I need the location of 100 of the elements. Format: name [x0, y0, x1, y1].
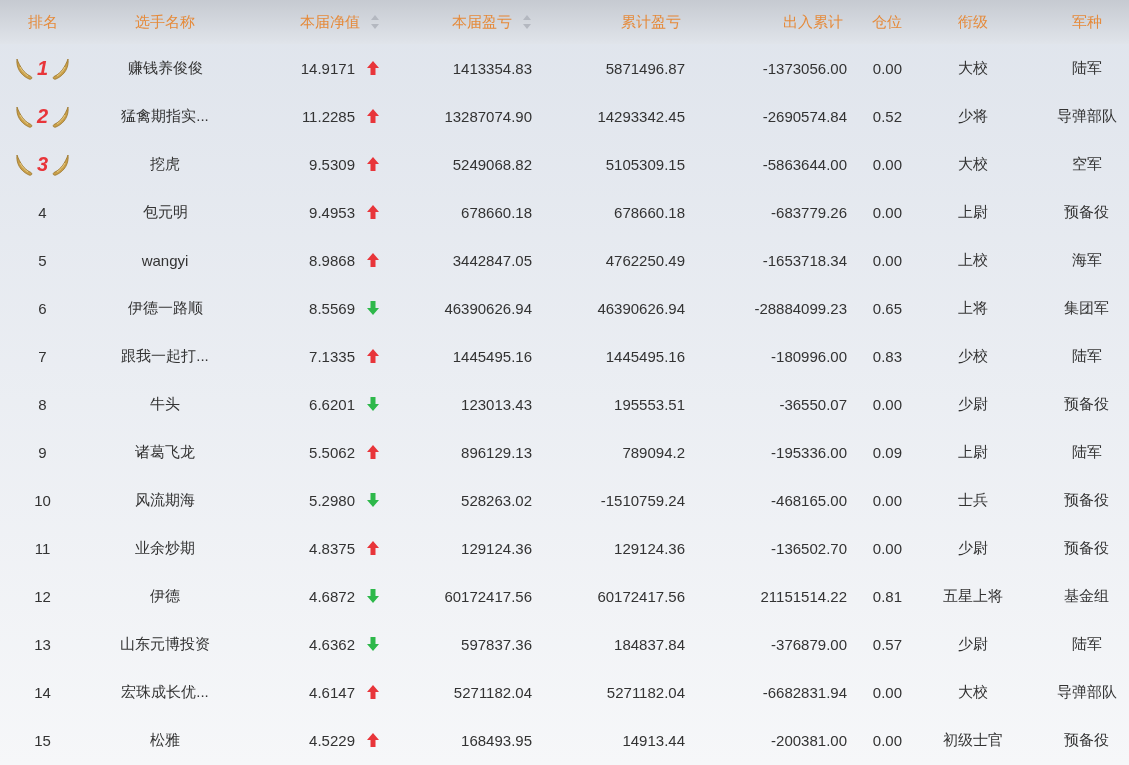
sort-icon[interactable] — [370, 14, 380, 30]
table-cell-text: 129124.36 — [613, 539, 685, 557]
table-cell-text: 少尉 — [957, 394, 989, 414]
table-cell-text: 14.9171 — [299, 59, 355, 77]
table-cell-text: -1653718.34 — [761, 251, 847, 269]
table-cell-text: 士兵 — [957, 490, 989, 510]
rank-number: 13 — [34, 635, 51, 653]
table-cell-text: 空军 — [1070, 154, 1103, 174]
rank-number: 14 — [34, 683, 51, 701]
rank-number: 11 — [34, 539, 51, 557]
column-header: 选手名称 — [135, 12, 195, 32]
table-cell-text: 0.57 — [871, 635, 902, 653]
table-cell-text: 7.1335 — [308, 347, 355, 365]
rank-number: 3 — [36, 152, 49, 176]
rank-number: 8 — [38, 395, 47, 413]
column-header: 仓位 — [872, 12, 902, 32]
table-cell-text: 9.5309 — [308, 155, 355, 173]
table-cell-text: 597837.36 — [460, 635, 532, 653]
table-cell-text: 0.00 — [871, 731, 902, 749]
column-header[interactable]: 本届净值 — [300, 12, 380, 32]
table-cell-text: 678660.18 — [613, 203, 685, 221]
player-name: 牛头 — [149, 394, 181, 414]
rank-number: 12 — [34, 587, 51, 605]
table-cell-text: 5871496.87 — [604, 59, 685, 77]
table-cell-text: 少尉 — [957, 634, 989, 654]
table-cell-text: 5249068.82 — [451, 155, 532, 173]
table-cell-text: -5863644.00 — [761, 155, 847, 173]
table-cell-text: 129124.36 — [460, 539, 532, 557]
player-name: 风流期海 — [134, 490, 196, 510]
table-cell-text: 基金组 — [1063, 586, 1110, 606]
table-cell-text: 预备役 — [1063, 490, 1110, 510]
player-name: 包元明 — [141, 202, 189, 222]
player-name: 宏珠成长优... — [120, 682, 210, 702]
player-name: 伊德 — [149, 586, 181, 606]
rank-number: 7 — [38, 347, 47, 365]
table-cell-text: 导弹部队 — [1055, 106, 1118, 126]
table-cell-text: 集团军 — [1063, 298, 1110, 318]
table-cell-text: 大校 — [957, 58, 989, 78]
table-cell-text: 789094.2 — [621, 443, 685, 461]
table-cell-text: 14913.44 — [621, 731, 685, 749]
table-cell-text: 0.00 — [871, 539, 902, 557]
table-cell-text: 陆军 — [1070, 58, 1103, 78]
table-cell-text: 0.00 — [871, 395, 902, 413]
table-cell-text: 5271182.04 — [452, 683, 532, 701]
table-cell-text: 0.00 — [871, 155, 902, 173]
rank-number: 4 — [38, 203, 47, 221]
table-cell-text: 陆军 — [1070, 634, 1103, 654]
table-cell-text: 1413354.83 — [451, 59, 532, 77]
table-cell-text: 0.83 — [871, 347, 902, 365]
table-cell-text: 896129.13 — [460, 443, 532, 461]
table-cell-text: 11.2285 — [300, 107, 355, 125]
table-cell-text: -468165.00 — [770, 491, 847, 509]
table-cell-text: -1510759.24 — [599, 491, 685, 509]
player-name: 山东元博投资 — [119, 634, 211, 654]
table-cell-text: 少校 — [957, 346, 989, 366]
rank-number: 10 — [34, 491, 51, 509]
table-cell-text: 195553.51 — [613, 395, 685, 413]
player-name: 挖虎 — [149, 154, 181, 174]
table-cell-text: 预备役 — [1063, 394, 1110, 414]
player-name: 伊德一路顺 — [126, 298, 204, 318]
table-cell-text: 46390626.94 — [443, 299, 532, 317]
table-cell-text: 184837.84 — [613, 635, 685, 653]
sort-icon[interactable] — [522, 14, 532, 30]
player-name: 跟我一起打... — [120, 346, 210, 366]
table-cell-text: 1445495.16 — [451, 347, 532, 365]
table-cell-text: 少尉 — [957, 538, 989, 558]
table-cell-text: -136502.70 — [770, 539, 847, 557]
player-name: 猛禽期指实... — [120, 106, 210, 126]
table-cell-text: 导弹部队 — [1055, 682, 1118, 702]
table-cell-text: -36550.07 — [778, 395, 847, 413]
column-header: 排名 — [27, 12, 58, 32]
column-header[interactable]: 本届盈亏 — [452, 12, 532, 32]
table-cell-text: 预备役 — [1063, 538, 1110, 558]
table-cell-text: 大校 — [957, 154, 989, 174]
table-cell-text: 五星上将 — [942, 586, 1004, 606]
table-cell-text: 0.00 — [871, 203, 902, 221]
rank-number: 6 — [38, 299, 47, 317]
table-cell-text: -376879.00 — [770, 635, 847, 653]
player-name: 业余炒期 — [134, 538, 196, 558]
column-header: 衔级 — [958, 12, 988, 32]
column-header: 累计盈亏 — [621, 12, 681, 32]
table-cell-text: 4762250.49 — [604, 251, 685, 269]
table-cell-text: 21151514.22 — [759, 587, 847, 605]
table-cell-text: 123013.43 — [460, 395, 532, 413]
rank-number: 5 — [38, 251, 47, 269]
table-cell-text: 海军 — [1070, 250, 1103, 270]
table-cell-text: 4.6872 — [308, 587, 355, 605]
table-cell-text: 陆军 — [1070, 346, 1103, 366]
table-cell-text: 168493.95 — [460, 731, 532, 749]
table-cell-text: 上将 — [957, 298, 989, 318]
table-cell-text: 1445495.16 — [604, 347, 685, 365]
table-cell-text: 5.2980 — [308, 491, 355, 509]
table-cell-text: 528263.02 — [460, 491, 532, 509]
table-cell-text: 13287074.90 — [443, 107, 532, 125]
table-cell-text: 预备役 — [1063, 202, 1110, 222]
table-cell-text: -195336.00 — [770, 443, 847, 461]
table-cell-text: 0.00 — [871, 683, 902, 701]
player-name: 诸葛飞龙 — [134, 442, 196, 462]
table-cell-text: -200381.00 — [770, 731, 847, 749]
table-cell-text: 0.52 — [871, 107, 902, 125]
